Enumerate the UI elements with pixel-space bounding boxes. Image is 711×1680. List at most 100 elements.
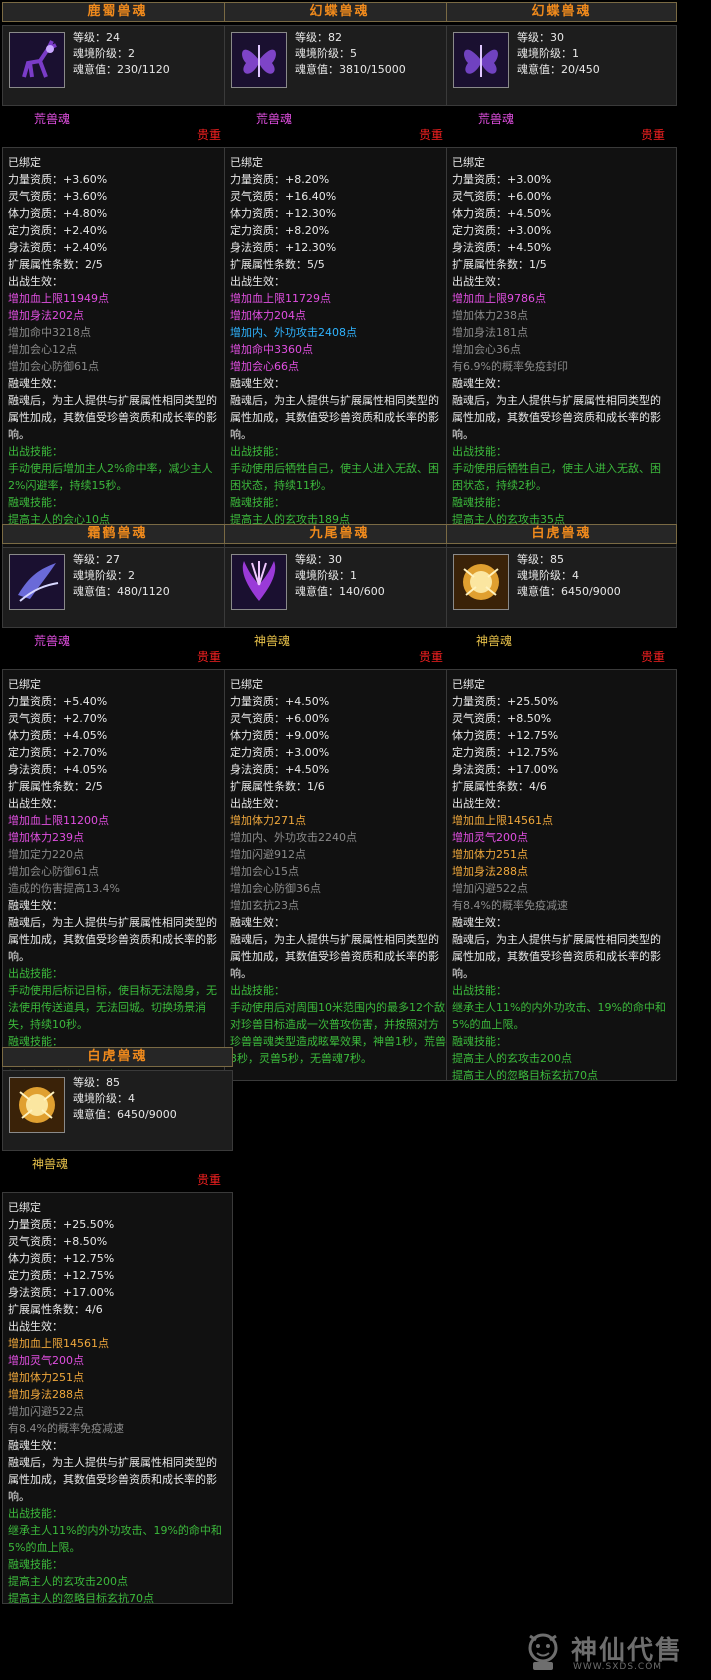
detail-line: 出战技能：: [230, 984, 285, 997]
stat-level: 等级：30: [517, 31, 564, 44]
stat-value-value: 6450/9000: [561, 585, 621, 598]
soul-card-grid: 鹿蜀兽魂 等级：24 魂境阶级：2 魂意值：230/1120 荒兽魂 贵重 已绑定 力量资质：…: [0, 0, 711, 1680]
card-stats: 等级：82 魂境阶级：5 魂意值：3810/15000: [295, 30, 406, 78]
card-stats: 等级：27 魂境阶级：2 魂意值：480/1120: [73, 552, 170, 600]
stat-realm-label: 魂境阶级: [73, 47, 117, 60]
detail-line: 扩展属性条数：4/6: [452, 780, 547, 793]
stat-realm-label: 魂境阶级: [517, 47, 561, 60]
white-tiger-spirit-icon[interactable]: [9, 1077, 65, 1133]
detail-line: 融魂后，为主人提供与扩展属性相同类型的属性加成，其数值受珍兽资质和成长率的影响。: [8, 916, 217, 963]
detail-line: 扩展属性条数：2/5: [8, 258, 103, 271]
stat-realm: 魂境阶级：2: [73, 569, 135, 582]
stat-realm: 魂境阶级：1: [517, 47, 579, 60]
detail-line: 定力资质：+8.20%: [230, 224, 330, 237]
stat-level: 等级：85: [517, 553, 564, 566]
detail-line: 增加体力204点: [230, 309, 306, 322]
detail-line: 增加会心15点: [230, 865, 299, 878]
detail-line: 增加会心36点: [452, 343, 521, 356]
detail-line: 增加灵气200点: [8, 1354, 84, 1367]
detail-line: 体力资质：+9.00%: [230, 729, 330, 742]
detail-line: 已绑定: [452, 678, 485, 691]
detail-line: 融魂后，为主人提供与扩展属性相同类型的属性加成，其数值受珍兽资质和成长率的影响。: [452, 933, 661, 980]
card-info-panel: 等级：24 魂境阶级：2 魂意值：230/1120: [2, 25, 233, 106]
detail-line: 提高主人的忽略目标玄抗70点: [452, 1069, 598, 1081]
soul-type-label: 荒兽魂: [256, 112, 293, 126]
stat-value: 魂意值：480/1120: [73, 585, 170, 598]
detail-line: 融魂技能：: [8, 496, 63, 509]
stat-realm: 魂境阶级：1: [295, 569, 357, 582]
detail-line: 出战技能：: [8, 445, 63, 458]
detail-line: 定力资质：+3.00%: [230, 746, 330, 759]
soul-card: 白虎兽魂 等级：85 魂境阶级：4 魂意值：6450/9000 神兽魂 贵重 已绑定 力量资质…: [0, 1045, 235, 1604]
soul-type-label: 神兽魂: [476, 634, 513, 648]
detail-line: 造成的伤害提高13.4%: [8, 882, 120, 895]
rarity-label: 贵重: [640, 128, 665, 142]
card-type-row: 荒兽魂 贵重: [224, 108, 453, 142]
butterfly-spirit-icon[interactable]: [453, 32, 509, 88]
detail-line: 体力资质：+12.75%: [8, 1252, 115, 1265]
detail-line: 身法资质：+2.40%: [8, 241, 108, 254]
detail-line: 增加身法288点: [8, 1388, 84, 1401]
detail-line: 增加会心防御61点: [8, 865, 99, 878]
stat-level: 等级：85: [73, 1076, 120, 1089]
detail-line: 有6.9%的概率免疫封印: [452, 360, 568, 373]
detail-line: 身法资质：+12.30%: [230, 241, 337, 254]
deer-spirit-icon[interactable]: [9, 32, 65, 88]
stat-realm-label: 魂境阶级: [73, 1092, 117, 1105]
detail-line: 融魂生效：: [8, 1439, 63, 1452]
detail-line: 融魂后，为主人提供与扩展属性相同类型的属性加成，其数值受珍兽资质和成长率的影响。: [230, 933, 439, 980]
card-info-panel: 等级：85 魂境阶级：4 魂意值：6450/9000: [446, 547, 677, 628]
detail-line: 扩展属性条数：5/5: [230, 258, 325, 271]
butterfly-spirit-icon[interactable]: [231, 32, 287, 88]
white-tiger-spirit-icon[interactable]: [453, 554, 509, 610]
detail-line: 增加身法181点: [452, 326, 528, 339]
detail-line: 已绑定: [8, 678, 41, 691]
stat-level-value: 30: [328, 553, 342, 566]
detail-line: 灵气资质：+2.70%: [8, 712, 108, 725]
card-stats: 等级：85 魂境阶级：4 魂意值：6450/9000: [73, 1075, 177, 1123]
stat-level: 等级：24: [73, 31, 120, 44]
detail-line: 融魂后，为主人提供与扩展属性相同类型的属性加成，其数值受珍兽资质和成长率的影响。: [8, 394, 217, 441]
detail-line: 力量资质：+25.50%: [8, 1218, 115, 1231]
detail-line: 增加血上限14561点: [452, 814, 553, 827]
card-info-panel: 等级：30 魂境阶级：1 魂意值：140/600: [224, 547, 455, 628]
detail-line: 力量资质：+25.50%: [452, 695, 559, 708]
detail-line: 继承主人11%的内外功攻击、19%的命中和5%的血上限。: [452, 1001, 666, 1031]
stat-value: 魂意值：6450/9000: [73, 1108, 177, 1121]
detail-line: 增加血上限14561点: [8, 1337, 109, 1350]
detail-line: 增加定力220点: [8, 848, 84, 861]
detail-line: 扩展属性条数：2/5: [8, 780, 103, 793]
detail-line: 身法资质：+4.50%: [452, 241, 552, 254]
detail-line: 出战技能：: [230, 445, 285, 458]
detail-line: 已绑定: [230, 678, 263, 691]
soul-type-label: 荒兽魂: [34, 112, 71, 126]
nine-tail-fox-spirit-icon[interactable]: [231, 554, 287, 610]
detail-line: 增加命中3360点: [230, 343, 313, 356]
soul-card: 幻蝶兽魂 等级：82 魂境阶级：5 魂意值：3810/15000 荒兽魂 贵重 已绑定 力量资…: [222, 0, 457, 559]
detail-line: 力量资质：+4.50%: [230, 695, 330, 708]
stat-realm-value: 4: [128, 1092, 135, 1105]
stat-level-label: 等级: [517, 553, 539, 566]
rarity-label: 贵重: [196, 128, 221, 142]
detail-line: 手动使用后牺牲自己，使主人进入无敌、困困状态，持续2秒。: [452, 462, 661, 492]
detail-line: 体力资质：+4.80%: [8, 207, 108, 220]
card-type-row: 神兽魂 贵重: [446, 630, 675, 664]
detail-line: 手动使用后标记目标，使目标无法隐身，无法使用传送道具，无法回城。切换场景消失，持…: [8, 984, 217, 1031]
card-stats: 等级：30 魂境阶级：1 魂意值：20/450: [517, 30, 600, 78]
stat-level-label: 等级: [73, 31, 95, 44]
detail-line: 融魂后，为主人提供与扩展属性相同类型的属性加成，其数值受珍兽资质和成长率的影响。: [452, 394, 661, 441]
stat-value: 魂意值：3810/15000: [295, 63, 406, 76]
stat-value-label: 魂意值: [73, 585, 106, 598]
detail-line: 身法资质：+17.00%: [8, 1286, 115, 1299]
detail-line: 融魂生效：: [230, 377, 285, 390]
detail-line: 体力资质：+12.30%: [230, 207, 337, 220]
detail-line: 增加体力238点: [452, 309, 528, 322]
soul-type-label: 荒兽魂: [34, 634, 71, 648]
detail-line: 增加身法202点: [8, 309, 84, 322]
soul-type-label: 神兽魂: [32, 1157, 69, 1171]
stat-realm-label: 魂境阶级: [73, 569, 117, 582]
stat-level-value: 82: [328, 31, 342, 44]
detail-line: 定力资质：+2.40%: [8, 224, 108, 237]
detail-line: 增加体力251点: [452, 848, 528, 861]
crane-spirit-icon[interactable]: [9, 554, 65, 610]
